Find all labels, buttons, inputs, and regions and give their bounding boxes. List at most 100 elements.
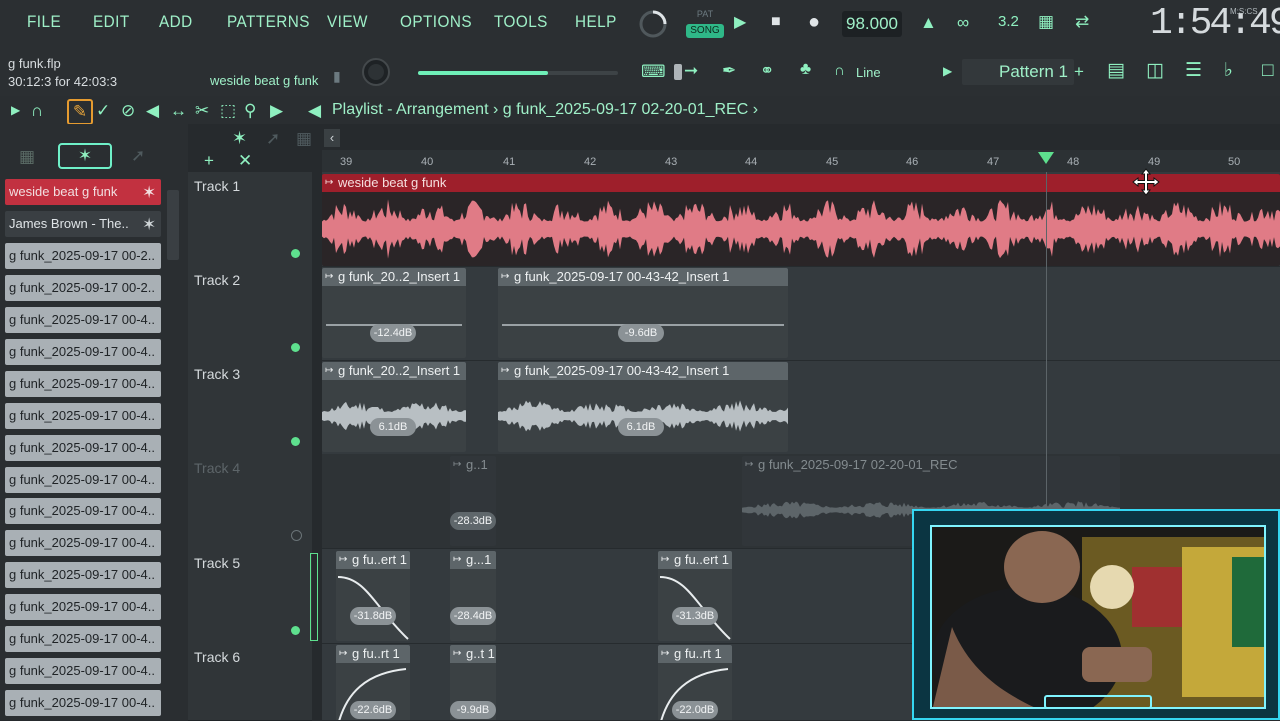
- zoom-tool-icon[interactable]: ⚲: [244, 102, 256, 119]
- audio-clip[interactable]: g..t 1 -9.9dB: [450, 645, 496, 720]
- track-enable-led[interactable]: [291, 437, 300, 446]
- ruler-bar-number: 45: [826, 156, 839, 168]
- picker-item[interactable]: g funk_2025-09-17 00-4..: [5, 339, 161, 365]
- play-icon[interactable]: ▶: [734, 15, 746, 31]
- picker-item[interactable]: g funk_2025-09-17 00-2..: [5, 243, 161, 269]
- master-pitch-knob[interactable]: [360, 56, 392, 88]
- keyboard-icon[interactable]: ⌨: [641, 63, 666, 80]
- wait-input-icon[interactable]: ⇄: [1075, 13, 1089, 30]
- audio-clip[interactable]: g fu..rt 1 -22.0dB: [658, 645, 732, 720]
- audio-clip[interactable]: g..1 -28.3dB: [450, 456, 496, 546]
- picker-audio-icon[interactable]: ✶: [58, 143, 112, 169]
- select-tool-icon[interactable]: ⬚: [220, 102, 236, 119]
- automation-clip-icon[interactable]: ➚: [266, 130, 280, 147]
- audio-clip[interactable]: g...1 -28.4dB: [450, 551, 496, 641]
- picker-item[interactable]: weside beat g funk: [5, 179, 161, 205]
- slice-tool-icon[interactable]: ✂: [195, 102, 209, 119]
- picker-item[interactable]: g funk_2025-09-17 00-4..: [5, 435, 161, 461]
- picker-item[interactable]: g funk_2025-09-17 00-4..: [5, 467, 161, 493]
- track-header-2[interactable]: Track 2: [188, 266, 312, 361]
- stop-icon[interactable]: ■: [771, 14, 781, 30]
- draw-tool-icon[interactable]: ✎: [67, 99, 93, 125]
- picker-item[interactable]: g funk_2025-09-17 00-4..: [5, 562, 161, 588]
- track-header-6[interactable]: Track 6: [188, 643, 312, 721]
- step-edit-icon[interactable]: 3.2: [998, 14, 1019, 29]
- audio-clip[interactable]: g fu..ert 1 -31.8dB: [336, 551, 410, 641]
- typing-keyboard-icon[interactable]: ▦: [1038, 13, 1054, 30]
- menu-file[interactable]: FILE: [27, 12, 61, 32]
- menu-add[interactable]: ADD: [159, 12, 193, 32]
- add-pattern-icon[interactable]: +: [1074, 63, 1084, 80]
- master-volume-handle[interactable]: [674, 64, 682, 80]
- menu-tools[interactable]: TOOLS: [494, 12, 548, 32]
- link-icon[interactable]: ⚭: [760, 62, 774, 79]
- audio-clip[interactable]: g funk_2025-09-17 00-43-42_Insert 1 6.1d…: [498, 362, 788, 452]
- remove-track-icon[interactable]: ✕: [238, 152, 252, 169]
- audio-clip[interactable]: g funk_20..2_Insert 1 -12.4dB: [322, 268, 466, 358]
- arrow-right-icon[interactable]: ➞: [684, 62, 698, 79]
- track-header-3[interactable]: Track 3: [188, 360, 312, 455]
- magnet-snap-icon[interactable]: ∩: [31, 102, 43, 119]
- menu-options[interactable]: OPTIONS: [400, 12, 472, 32]
- picker-pattern-icon[interactable]: ▦: [19, 148, 35, 165]
- audio-clip[interactable]: g funk_2025-09-17 00-43-42_Insert 1 -9.6…: [498, 268, 788, 358]
- track-enable-led[interactable]: [291, 530, 302, 541]
- picker-item[interactable]: g funk_2025-09-17 00-4..: [5, 594, 161, 620]
- picker-item[interactable]: g funk_2025-09-17 00-4..: [5, 690, 161, 716]
- track-enable-led[interactable]: [291, 343, 300, 352]
- loop-record-icon[interactable]: ∞: [957, 14, 969, 31]
- menu-patterns[interactable]: PATTERNS: [227, 12, 310, 32]
- snap-next-icon[interactable]: ▶: [943, 65, 952, 77]
- add-track-icon[interactable]: +: [204, 152, 214, 169]
- picker-item[interactable]: g funk_2025-09-17 00-4..: [5, 403, 161, 429]
- picker-scrollbar[interactable]: [167, 190, 179, 260]
- collapse-picker-icon[interactable]: ‹: [324, 129, 340, 147]
- master-volume-slider[interactable]: [418, 64, 682, 80]
- picker-automation-icon[interactable]: ➚: [131, 147, 145, 164]
- audio-clip[interactable]: g funk_20..2_Insert 1 6.1dB: [322, 362, 466, 452]
- picker-item[interactable]: James Brown - The..: [5, 211, 161, 237]
- picker-item[interactable]: g funk_2025-09-17 00-4..: [5, 626, 161, 652]
- playback-tool-icon[interactable]: ▶: [270, 102, 283, 119]
- slip-tool-icon[interactable]: ↔: [170, 102, 187, 119]
- pattern-clip-icon[interactable]: ▦: [296, 130, 312, 147]
- piano-roll-icon[interactable]: ◫: [1146, 61, 1164, 80]
- delete-tool-icon[interactable]: ⊘: [121, 102, 135, 119]
- browser-icon[interactable]: □: [1262, 61, 1273, 80]
- audio-clip[interactable]: g fu..rt 1 -22.6dB: [336, 645, 410, 720]
- audio-clip-icon[interactable]: ✶: [232, 129, 247, 147]
- menu-edit[interactable]: EDIT: [93, 12, 130, 32]
- snap-selector[interactable]: Line: [856, 63, 926, 83]
- playlist-icon[interactable]: ▤: [1107, 61, 1125, 80]
- picker-item[interactable]: g funk_2025-09-17 00-4..: [5, 658, 161, 684]
- pat-label: PAT: [696, 9, 714, 19]
- brush-icon[interactable]: ✒: [722, 62, 736, 79]
- record-icon[interactable]: ●: [808, 12, 820, 32]
- menu-help[interactable]: HELP: [575, 12, 617, 32]
- picker-item[interactable]: g funk_2025-09-17 00-4..: [5, 498, 161, 524]
- audio-clip[interactable]: g fu..ert 1 -31.3dB: [658, 551, 732, 641]
- track-header-5[interactable]: Track 5: [188, 549, 318, 644]
- picker-item[interactable]: g funk_2025-09-17 00-4..: [5, 307, 161, 333]
- pat-song-toggle[interactable]: PAT SONG: [686, 7, 724, 41]
- menu-view[interactable]: VIEW: [327, 12, 368, 32]
- track-header-4[interactable]: Track 4: [188, 454, 312, 550]
- picker-item[interactable]: g funk_2025-09-17 00-4..: [5, 371, 161, 397]
- mixer-icon[interactable]: ♭: [1224, 61, 1233, 80]
- magnet-icon[interactable]: ∩: [834, 63, 845, 78]
- pattern-selector[interactable]: Pattern 1: [962, 59, 1074, 85]
- channel-rack-icon[interactable]: ☰: [1185, 61, 1202, 80]
- tempo-display[interactable]: 98.000: [842, 11, 902, 37]
- picker-item[interactable]: g funk_2025-09-17 00-2..: [5, 275, 161, 301]
- picker-item[interactable]: g funk_2025-09-17 00-4..: [5, 530, 161, 556]
- mute-tool-icon[interactable]: ◀: [146, 102, 159, 119]
- track-enable-led[interactable]: [291, 249, 300, 258]
- stamp-icon[interactable]: ♣: [800, 60, 811, 77]
- track-header-1[interactable]: Track 1: [188, 172, 312, 267]
- track-enable-led[interactable]: [291, 626, 300, 635]
- metronome-icon[interactable]: ▲: [920, 14, 937, 31]
- playlist-menu-arrow-icon[interactable]: ▶: [11, 104, 20, 116]
- playhead-marker-icon[interactable]: [1038, 152, 1054, 164]
- paint-tool-icon[interactable]: ✓: [96, 102, 110, 119]
- clip-waveform: [498, 400, 788, 432]
